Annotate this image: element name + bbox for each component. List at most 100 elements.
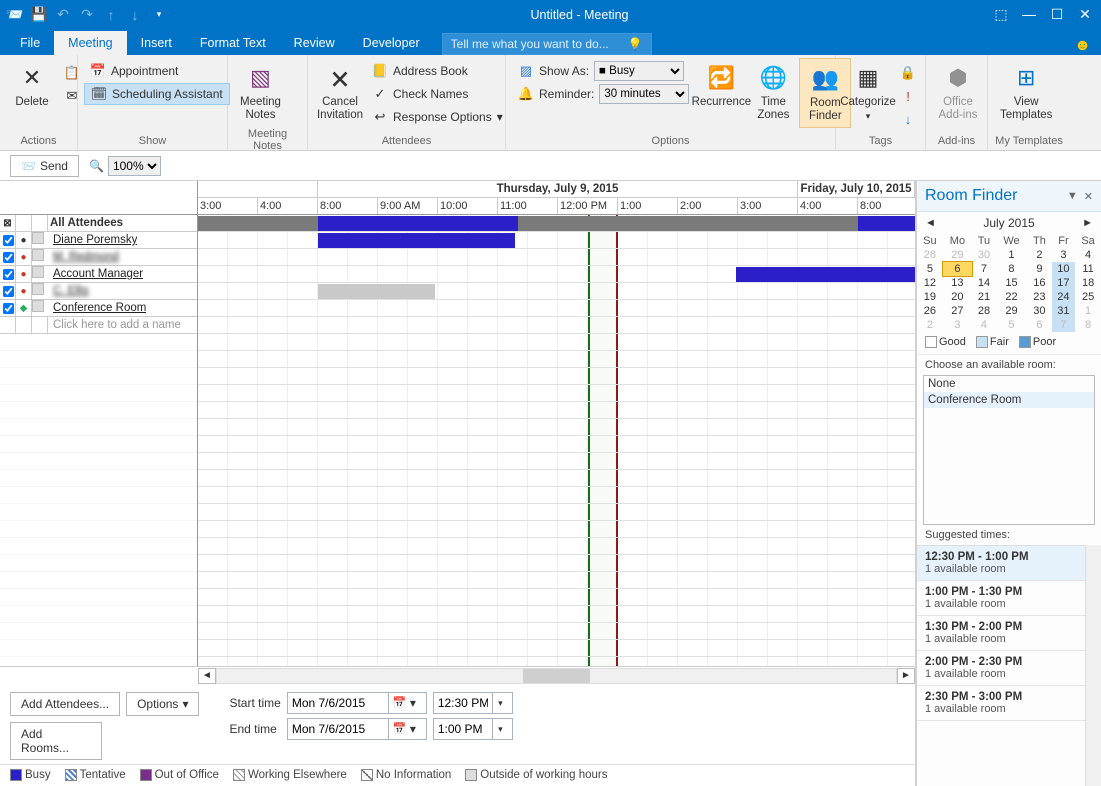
delete-button[interactable]: ✕ Delete xyxy=(6,58,58,113)
calendar-day[interactable]: 1 xyxy=(1075,304,1101,318)
next-icon[interactable]: ↓ xyxy=(124,4,146,26)
calendar-day[interactable]: 25 xyxy=(1075,290,1101,304)
suggested-time-item[interactable]: 1:30 PM - 2:00 PM1 available room xyxy=(917,616,1085,651)
view-templates-button[interactable]: ⊞View Templates xyxy=(994,58,1058,126)
calendar-day[interactable]: 8 xyxy=(1075,318,1101,332)
tell-me-search[interactable]: 💡 xyxy=(442,33,652,55)
attendee-row[interactable]: ●M. Redmond xyxy=(0,249,197,266)
calendar-day[interactable]: 24 xyxy=(1052,290,1075,304)
attendee-checkbox[interactable] xyxy=(3,285,14,296)
calendar-day[interactable]: 11 xyxy=(1075,262,1101,276)
check-names-button[interactable]: ✓Check Names xyxy=(366,83,509,105)
calendar-day[interactable]: 23 xyxy=(1027,290,1052,304)
recurrence-button[interactable]: 🔁Recurrence xyxy=(695,58,747,113)
tab-insert[interactable]: Insert xyxy=(127,31,186,55)
suggested-time-item[interactable]: 1:00 PM - 1:30 PM1 available room xyxy=(917,581,1085,616)
options-button[interactable]: Options ▾ xyxy=(126,692,199,716)
tab-format-text[interactable]: Format Text xyxy=(186,31,280,55)
scroll-right-icon[interactable]: ► xyxy=(897,668,915,684)
add-attendees-button[interactable]: Add Attendees... xyxy=(10,692,120,716)
calendar-day[interactable]: 1 xyxy=(996,248,1027,262)
calendar-day[interactable]: 17 xyxy=(1052,276,1075,290)
calendar-day[interactable]: 19 xyxy=(917,290,943,304)
calendar-day[interactable]: 20 xyxy=(943,290,972,304)
minimize-icon[interactable]: — xyxy=(1017,6,1041,23)
prev-icon[interactable]: ↑ xyxy=(100,4,122,26)
tab-file[interactable]: File xyxy=(6,31,54,55)
send-button[interactable]: 📨Send xyxy=(10,155,79,177)
address-book-button[interactable]: 📒Address Book xyxy=(366,60,509,82)
zoom-icon[interactable]: 🔍 xyxy=(89,159,104,173)
calendar-day[interactable]: 3 xyxy=(1052,248,1075,262)
calendar-day[interactable]: 6 xyxy=(1027,318,1052,332)
calendar-day[interactable]: 10 xyxy=(1052,262,1075,276)
attendee-checkbox[interactable] xyxy=(3,234,14,245)
calendar-day[interactable]: 18 xyxy=(1075,276,1101,290)
ribbon-options-icon[interactable]: ⬚ xyxy=(989,6,1013,23)
calendar-day[interactable]: 15 xyxy=(996,276,1027,290)
attendee-checkbox[interactable] xyxy=(3,251,14,262)
calendar-day[interactable]: 4 xyxy=(972,318,996,332)
qat-dropdown-icon[interactable]: ▾ xyxy=(148,4,170,26)
calendar-day[interactable]: 2 xyxy=(917,318,943,332)
categorize-button[interactable]: ▦Categorize▾ xyxy=(842,58,894,126)
feedback-icon[interactable]: ☻ xyxy=(1074,37,1091,55)
prev-month-icon[interactable]: ◄ xyxy=(925,217,936,229)
undo-icon[interactable]: ↶ xyxy=(52,4,74,26)
cancel-invitation-button[interactable]: 🗙 Cancel Invitation xyxy=(314,58,366,126)
mini-calendar[interactable]: SuMoTuWeThFrSa28293012345678910111213141… xyxy=(917,234,1101,332)
appointment-button[interactable]: 📅Appointment xyxy=(84,60,230,82)
close-icon[interactable]: ✕ xyxy=(1073,6,1097,23)
tell-me-input[interactable] xyxy=(451,37,628,51)
suggested-time-item[interactable]: 12:30 PM - 1:00 PM1 available room xyxy=(917,546,1085,581)
calendar-day[interactable]: 7 xyxy=(972,262,996,276)
tab-developer[interactable]: Developer xyxy=(349,31,434,55)
calendar-day[interactable]: 4 xyxy=(1075,248,1101,262)
calendar-day[interactable]: 31 xyxy=(1052,304,1075,318)
tab-review[interactable]: Review xyxy=(280,31,349,55)
add-attendee-row[interactable]: Click here to add a name xyxy=(0,317,197,334)
tab-meeting[interactable]: Meeting xyxy=(54,31,126,55)
end-date-input[interactable]: 📅▾ xyxy=(287,718,427,740)
calendar-day[interactable]: 29 xyxy=(996,304,1027,318)
room-list[interactable]: NoneConference Room xyxy=(923,375,1095,525)
start-time-input[interactable]: ▾ xyxy=(433,692,513,714)
meeting-notes-button[interactable]: ▧ Meeting Notes xyxy=(234,58,287,126)
calendar-day[interactable]: 13 xyxy=(943,276,972,290)
calendar-day[interactable]: 27 xyxy=(943,304,972,318)
scroll-left-icon[interactable]: ◄ xyxy=(198,668,216,684)
attendee-checkbox[interactable] xyxy=(3,302,14,313)
attendee-row[interactable]: ●Account Manager xyxy=(0,266,197,283)
calendar-day[interactable]: 21 xyxy=(972,290,996,304)
suggested-time-item[interactable]: 2:30 PM - 3:00 PM1 available room xyxy=(917,686,1085,721)
response-options-button[interactable]: ↩Response Options ▾ xyxy=(366,106,509,128)
zoom-select[interactable]: 100% xyxy=(108,156,161,176)
pane-close-icon[interactable]: ✕ xyxy=(1084,190,1093,203)
office-addins-button[interactable]: ⬢Office Add-ins xyxy=(932,58,984,126)
calendar-day[interactable]: 16 xyxy=(1027,276,1052,290)
calendar-day[interactable]: 14 xyxy=(972,276,996,290)
suggested-time-item[interactable]: 2:00 PM - 2:30 PM1 available room xyxy=(917,651,1085,686)
horizontal-scrollbar[interactable]: ◄ ► xyxy=(0,666,915,684)
calendar-day[interactable]: 30 xyxy=(1027,304,1052,318)
time-grid[interactable]: Thursday, July 9, 2015 Friday, July 10, … xyxy=(198,181,915,666)
calendar-day[interactable]: 5 xyxy=(917,262,943,276)
show-as-select[interactable]: ■ Busy xyxy=(594,61,684,81)
calendar-day[interactable]: 30 xyxy=(972,248,996,262)
attendee-row[interactable]: ●C. Ellis xyxy=(0,283,197,300)
maximize-icon[interactable]: ☐ xyxy=(1045,6,1069,23)
private-button[interactable]: 🔒 xyxy=(894,62,922,84)
calendar-day[interactable]: 6 xyxy=(943,262,972,276)
room-list-item[interactable]: Conference Room xyxy=(924,392,1094,408)
calendar-day[interactable]: 28 xyxy=(972,304,996,318)
attendee-checkbox[interactable] xyxy=(3,268,14,279)
calendar-day[interactable]: 22 xyxy=(996,290,1027,304)
attendee-row[interactable]: ●Diane Poremsky xyxy=(0,232,197,249)
pane-dropdown-icon[interactable]: ▼ xyxy=(1067,190,1078,203)
calendar-day[interactable]: 3 xyxy=(943,318,972,332)
low-importance-button[interactable]: ↓ xyxy=(894,108,922,130)
calendar-day[interactable]: 12 xyxy=(917,276,943,290)
start-date-input[interactable]: 📅▾ xyxy=(287,692,427,714)
vertical-scrollbar[interactable] xyxy=(1085,545,1101,786)
end-time-input[interactable]: ▾ xyxy=(433,718,513,740)
